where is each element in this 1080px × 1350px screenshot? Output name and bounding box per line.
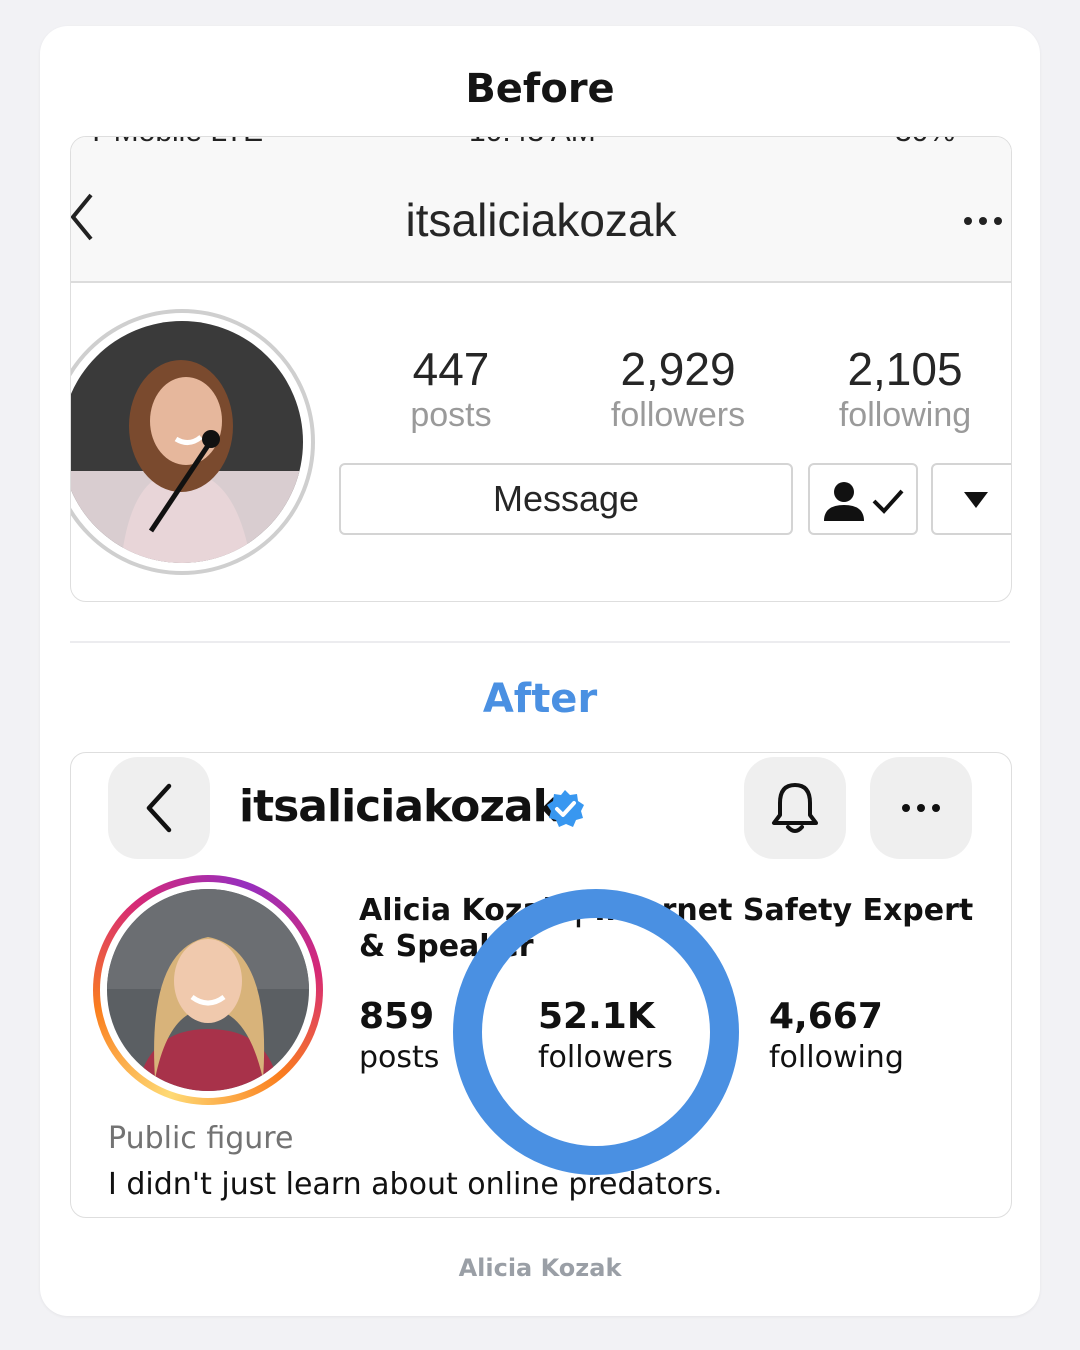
before-heading: Before bbox=[465, 66, 615, 112]
followers-count: 2,929 bbox=[620, 343, 736, 395]
avatar[interactable] bbox=[71, 309, 315, 575]
following-label: following bbox=[838, 396, 972, 434]
back-button[interactable] bbox=[108, 757, 210, 859]
posts-label: posts bbox=[410, 396, 492, 434]
followers-highlight-circle bbox=[453, 889, 739, 1175]
more-options-button[interactable] bbox=[870, 757, 972, 859]
before-screenshot: T-Mobile LTE 10:43 AM 30% itsaliciakozak bbox=[70, 136, 1012, 602]
notifications-button[interactable] bbox=[744, 757, 846, 859]
profile-header: T-Mobile LTE 10:43 AM 30% itsaliciakozak bbox=[71, 137, 1011, 283]
following-button[interactable] bbox=[808, 463, 918, 535]
section-divider bbox=[70, 641, 1010, 643]
status-bar: T-Mobile LTE 10:43 AM 30% bbox=[71, 137, 1011, 149]
profile-category: Public figure bbox=[108, 1121, 294, 1156]
profile-bio: I didn't just learn about online predato… bbox=[108, 1167, 723, 1202]
posts-stat[interactable]: 447 posts bbox=[351, 343, 551, 435]
after-screenshot: itsaliciakozak Alicia Kozak | Internet S… bbox=[70, 752, 1012, 1218]
following-stat[interactable]: 4,667 following bbox=[769, 995, 904, 1077]
footer-credit: Alicia Kozak bbox=[458, 1254, 622, 1282]
after-heading: After bbox=[482, 676, 598, 722]
message-button[interactable]: Message bbox=[339, 463, 793, 535]
back-chevron-icon bbox=[146, 783, 172, 833]
posts-label: posts bbox=[359, 1040, 440, 1075]
dropdown-button[interactable] bbox=[931, 463, 1011, 535]
profile-photo bbox=[107, 889, 309, 1091]
posts-count: 859 bbox=[359, 996, 435, 1037]
followers-label: followers bbox=[610, 396, 746, 434]
profile-username: itsaliciakozak bbox=[239, 781, 562, 832]
more-dots-icon[interactable] bbox=[963, 215, 1003, 227]
posts-count: 447 bbox=[412, 343, 490, 395]
followers-stat[interactable]: 2,929 followers bbox=[578, 343, 778, 435]
verified-badge-icon bbox=[547, 790, 584, 827]
more-dots-icon bbox=[902, 804, 940, 812]
bell-icon bbox=[772, 783, 818, 833]
status-time: 10:43 AM bbox=[469, 137, 596, 149]
following-label: following bbox=[769, 1040, 904, 1075]
profile-username: itsaliciakozak bbox=[405, 194, 677, 246]
following-stat[interactable]: 2,105 following bbox=[805, 343, 1005, 435]
following-count: 2,105 bbox=[847, 343, 963, 395]
battery-label: 30% bbox=[895, 137, 955, 149]
comparison-card: Before T-Mobile LTE 10:43 AM 30% itsalic… bbox=[40, 26, 1040, 1316]
carrier-label: T-Mobile LTE bbox=[87, 137, 263, 149]
following-count: 4,667 bbox=[769, 996, 883, 1037]
triangle-down-icon bbox=[964, 492, 988, 508]
story-ring-avatar[interactable] bbox=[93, 875, 323, 1105]
profile-photo bbox=[71, 321, 303, 563]
person-check-icon bbox=[824, 482, 904, 521]
posts-stat[interactable]: 859 posts bbox=[359, 995, 439, 1077]
